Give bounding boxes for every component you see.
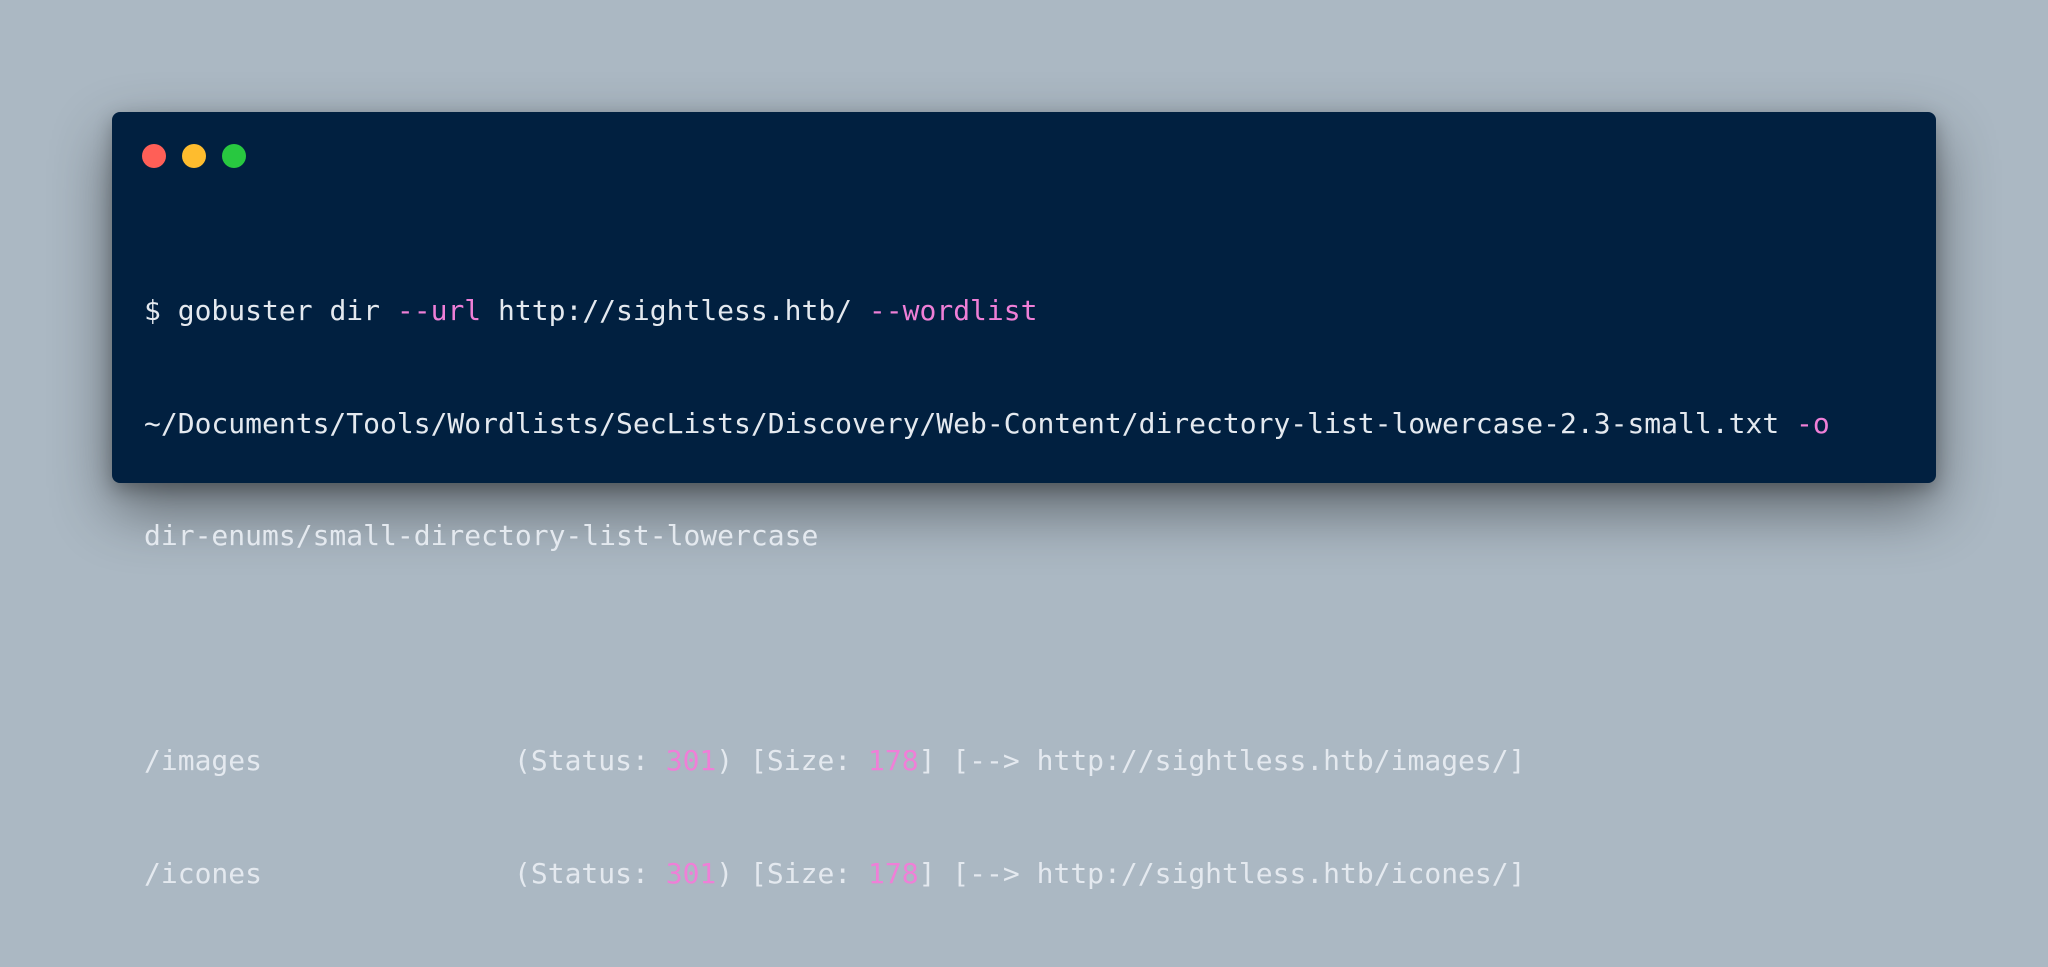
- status-code: 301: [665, 744, 717, 777]
- result-path: /icones: [144, 856, 263, 890]
- output-path: dir-enums/small-directory-list-lowercase: [144, 519, 819, 552]
- size-value: 178: [868, 744, 919, 777]
- status-label: (Status:: [514, 856, 649, 890]
- command-program: gobuster: [177, 294, 313, 327]
- size-label: ) [Size:: [716, 744, 852, 777]
- maximize-button-icon[interactable]: [222, 144, 246, 168]
- status-code: 301: [665, 856, 717, 890]
- terminal-window: $ gobuster dir --url http://sightless.ht…: [112, 112, 1936, 890]
- size-value: 178: [868, 856, 919, 890]
- redirect-arrow: ] [-->: [918, 744, 1020, 777]
- result-line: /icones (Status: 301) [Size: 178] [--> ht…: [144, 855, 1904, 893]
- result-path: /images: [144, 744, 263, 777]
- redirect-url: http://sightless.htb/images/]: [1036, 744, 1526, 777]
- command-line-1: $ gobuster dir --url http://sightless.ht…: [144, 292, 1904, 330]
- prompt-symbol: $: [144, 294, 161, 327]
- url-value: http://sightless.htb/: [498, 294, 853, 327]
- close-button-icon[interactable]: [142, 144, 166, 168]
- command-subcommand: dir: [329, 294, 381, 327]
- wordlist-path: ~/Documents/Tools/Wordlists/SecLists/Dis…: [144, 406, 1780, 440]
- window-controls: [142, 144, 246, 168]
- command-line-3: dir-enums/small-directory-list-lowercase: [144, 517, 1904, 555]
- redirect-url: http://sightless.htb/icones/]: [1036, 856, 1526, 890]
- redirect-arrow: ] [-->: [918, 856, 1020, 890]
- terminal-output: $ gobuster dir --url http://sightless.ht…: [144, 217, 1904, 967]
- wordlist-flag: --wordlist: [868, 294, 1038, 327]
- size-label: ) [Size:: [716, 856, 852, 890]
- result-line: /images (Status: 301) [Size: 178] [--> ht…: [144, 742, 1904, 780]
- minimize-button-icon[interactable]: [182, 144, 206, 168]
- output-flag: -o: [1796, 406, 1830, 440]
- status-label: (Status:: [514, 744, 649, 777]
- command-line-2: ~/Documents/Tools/Wordlists/SecLists/Dis…: [144, 405, 1904, 443]
- url-flag: --url: [396, 294, 482, 327]
